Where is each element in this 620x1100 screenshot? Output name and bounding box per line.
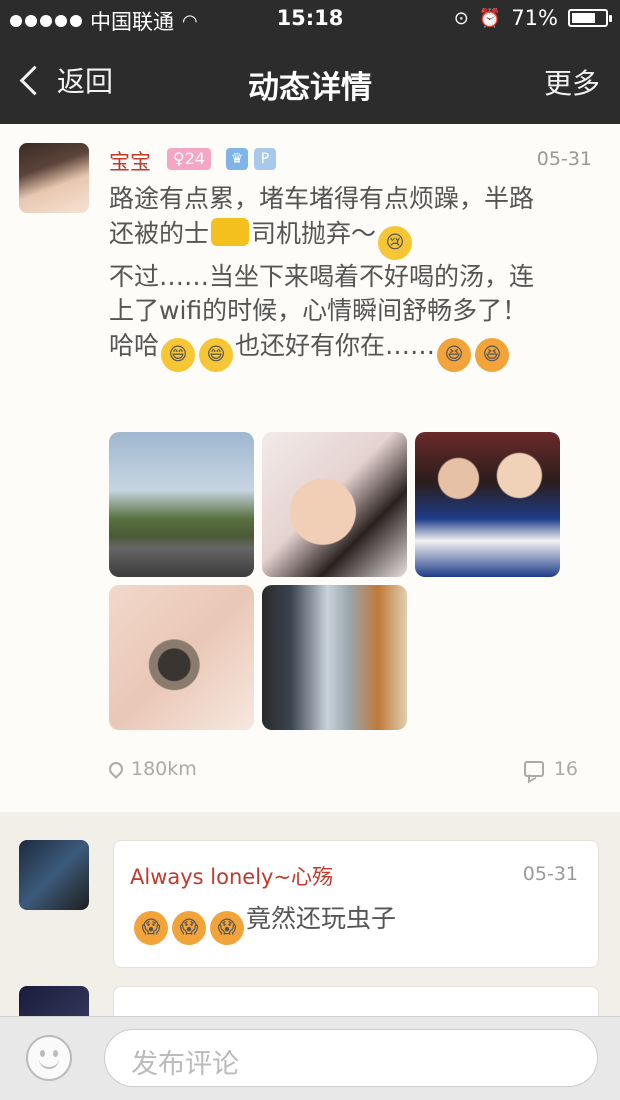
battery-label: 71% bbox=[511, 6, 558, 30]
photo-cicada-hand[interactable] bbox=[109, 585, 254, 730]
photo-two-people[interactable] bbox=[415, 432, 560, 577]
laughing-emoji-icon: 😄 bbox=[199, 337, 234, 372]
location-pin-icon bbox=[106, 759, 126, 779]
taxi-emoji-icon bbox=[211, 217, 250, 246]
smile-icon bbox=[39, 1057, 59, 1069]
age-badge: ♀24 bbox=[167, 148, 212, 170]
shocked-emoji-icon: 😱 bbox=[210, 911, 244, 945]
alarm-icon: ⏰ bbox=[478, 7, 502, 29]
rotation-lock-icon: ⊙ bbox=[453, 7, 469, 29]
crown-icon: ♛ bbox=[226, 148, 248, 170]
location-info: 180km bbox=[106, 758, 197, 780]
battery-fill bbox=[572, 13, 595, 23]
shocked-emoji-icon: 😱 bbox=[134, 911, 168, 945]
distance-label: 180km bbox=[131, 758, 197, 780]
post-author-name[interactable]: 宝宝 bbox=[109, 146, 151, 176]
post-date: 05-31 bbox=[536, 148, 592, 170]
emoji-button[interactable] bbox=[26, 1035, 72, 1081]
comment-count-button[interactable]: 16 bbox=[523, 758, 578, 780]
comment-input[interactable]: 发布评论 bbox=[104, 1029, 598, 1087]
page-title: 动态详情 bbox=[248, 70, 372, 106]
comment-card[interactable]: Always lonely~心殇 05-31 😱 😱 😱 竟然还玩虫子 bbox=[113, 840, 599, 968]
crying-emoji-icon: 😢 bbox=[378, 225, 413, 260]
photo-highway[interactable] bbox=[109, 432, 254, 577]
comment-text: 😱 😱 😱 竟然还玩虫子 bbox=[132, 899, 396, 945]
status-right: ⊙ ⏰ 71% bbox=[453, 6, 612, 30]
nav-bar: 返回 动态详情 更多 bbox=[0, 40, 620, 124]
comment-item: Always lonely~心殇 05-31 😱 😱 😱 竟然还玩虫子 bbox=[0, 840, 620, 970]
battery-icon bbox=[568, 9, 612, 27]
status-bar: 中国联通 ◠ 15:18 ⊙ ⏰ 71% bbox=[0, 0, 620, 40]
shocked-emoji-icon: 😱 bbox=[172, 911, 206, 945]
comment-text-content: 竟然还玩虫子 bbox=[246, 904, 397, 933]
commenter-name[interactable]: Always lonely~心殇 bbox=[130, 861, 333, 891]
comment-date: 05-31 bbox=[522, 863, 578, 885]
laughing-emoji-icon: 😄 bbox=[161, 337, 196, 372]
post-content-part: 司机抛弃～ bbox=[251, 218, 377, 248]
screen: 中国联通 ◠ 15:18 ⊙ ⏰ 71% 返回 动态详情 更多 宝宝 ♀24 ♛… bbox=[0, 0, 620, 1100]
photo-subway-station[interactable] bbox=[262, 585, 407, 730]
post-content: 路途有点累，堵车堵得有点烦躁，半路还被的士 司机抛弃～ 😢 不过……当坐下来喝着不好… bbox=[109, 182, 549, 372]
more-button[interactable]: 更多 bbox=[544, 62, 600, 102]
comment-bubble-icon bbox=[523, 761, 544, 777]
member-icon: P bbox=[254, 148, 276, 170]
comment-input-bar: 发布评论 bbox=[0, 1016, 620, 1100]
embarrassed-emoji-icon: 😆 bbox=[437, 337, 472, 372]
photo-selfie[interactable] bbox=[262, 432, 407, 577]
embarrassed-emoji-icon: 😆 bbox=[475, 337, 510, 372]
post-detail: 宝宝 ♀24 ♛ P 05-31 路途有点累，堵车堵得有点烦躁，半路还被的士 司机… bbox=[0, 124, 620, 812]
comment-count: 16 bbox=[553, 758, 578, 780]
post-avatar[interactable] bbox=[19, 143, 89, 213]
commenter-avatar[interactable] bbox=[19, 840, 89, 910]
post-content-part: 也还好有你在…… bbox=[235, 330, 436, 360]
